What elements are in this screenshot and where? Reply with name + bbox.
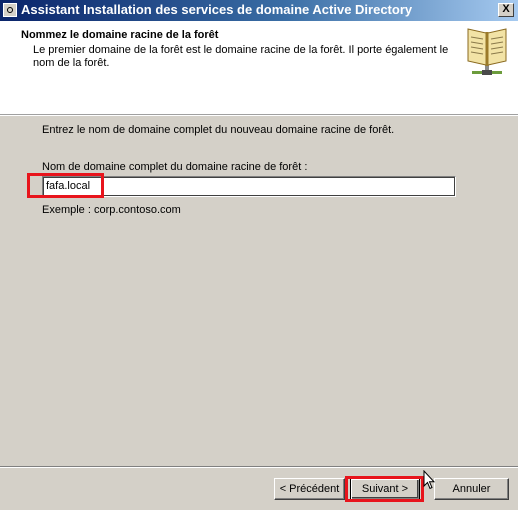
forest-root-domain-input[interactable]: fafa.local: [42, 176, 456, 197]
window-title: Assistant Installation des services de d…: [21, 2, 413, 17]
book-icon: [467, 28, 507, 75]
next-button[interactable]: Suivant >: [350, 478, 420, 500]
cancel-button[interactable]: Annuler: [434, 478, 509, 500]
wizard-window: Assistant Installation des services de d…: [0, 0, 518, 510]
example-text: Exemple : corp.contoso.com: [42, 204, 181, 216]
domain-field-label: Nom de domaine complet du domaine racine…: [42, 161, 308, 173]
close-button[interactable]: X: [498, 3, 514, 17]
instruction-text: Entrez le nom de domaine complet du nouv…: [42, 124, 395, 136]
title-bar[interactable]: Assistant Installation des services de d…: [0, 0, 518, 21]
header-divider: [0, 115, 518, 116]
page-description: Le premier domaine de la forêt est le do…: [33, 44, 449, 69]
window-icon[interactable]: [3, 3, 17, 17]
button-divider: [0, 466, 518, 468]
wizard-header: Nommez le domaine racine de la forêt Le …: [0, 21, 518, 115]
page-title: Nommez le domaine racine de la forêt: [21, 29, 219, 41]
previous-button[interactable]: < Précédent: [274, 478, 345, 500]
